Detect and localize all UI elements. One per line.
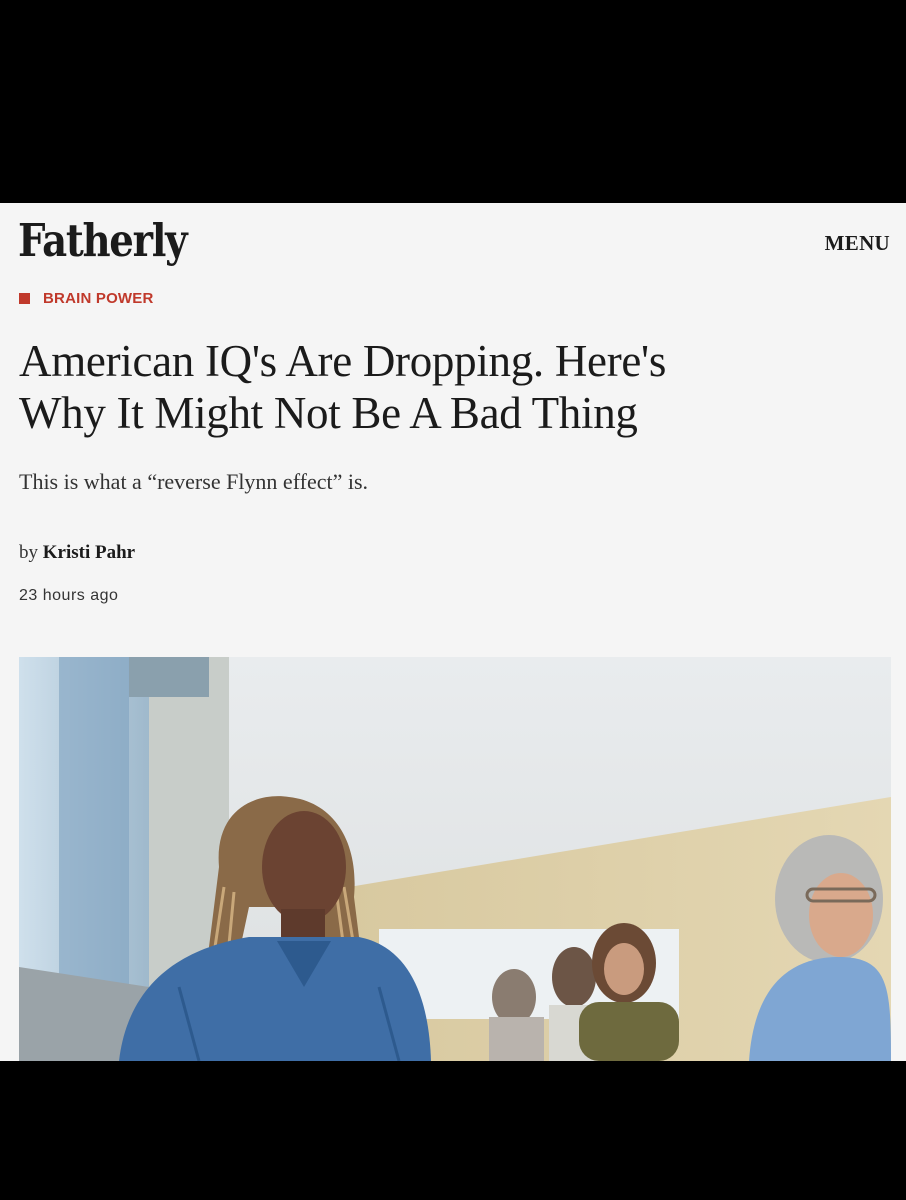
headline-line-1: American IQ's Are Dropping. Here's (19, 336, 667, 386)
site-header: Fatherly MENU (0, 203, 906, 275)
publish-timestamp: 23 hours ago (19, 587, 119, 604)
category-link[interactable]: BRAIN POWER (19, 290, 154, 307)
byline: by Kristi Pahr (19, 542, 135, 564)
article-headline: American IQ's Are Dropping. Here's Why I… (19, 335, 859, 439)
headline-line-2: Why It Might Not Be A Bad Thing (19, 388, 638, 438)
article-dek: This is what a “reverse Flynn effect” is… (19, 469, 369, 494)
author-link[interactable]: Kristi Pahr (43, 542, 135, 563)
menu-button[interactable]: MENU (825, 231, 890, 256)
byline-prefix: by (19, 542, 38, 563)
category-square-icon (19, 293, 30, 304)
classroom-photo-icon (19, 657, 891, 1061)
article-page: Fatherly MENU BRAIN POWER American IQ's … (0, 203, 906, 1061)
hero-image[interactable] (19, 657, 891, 1061)
category-label: BRAIN POWER (43, 290, 154, 307)
site-logo[interactable]: Fatherly (18, 211, 188, 271)
